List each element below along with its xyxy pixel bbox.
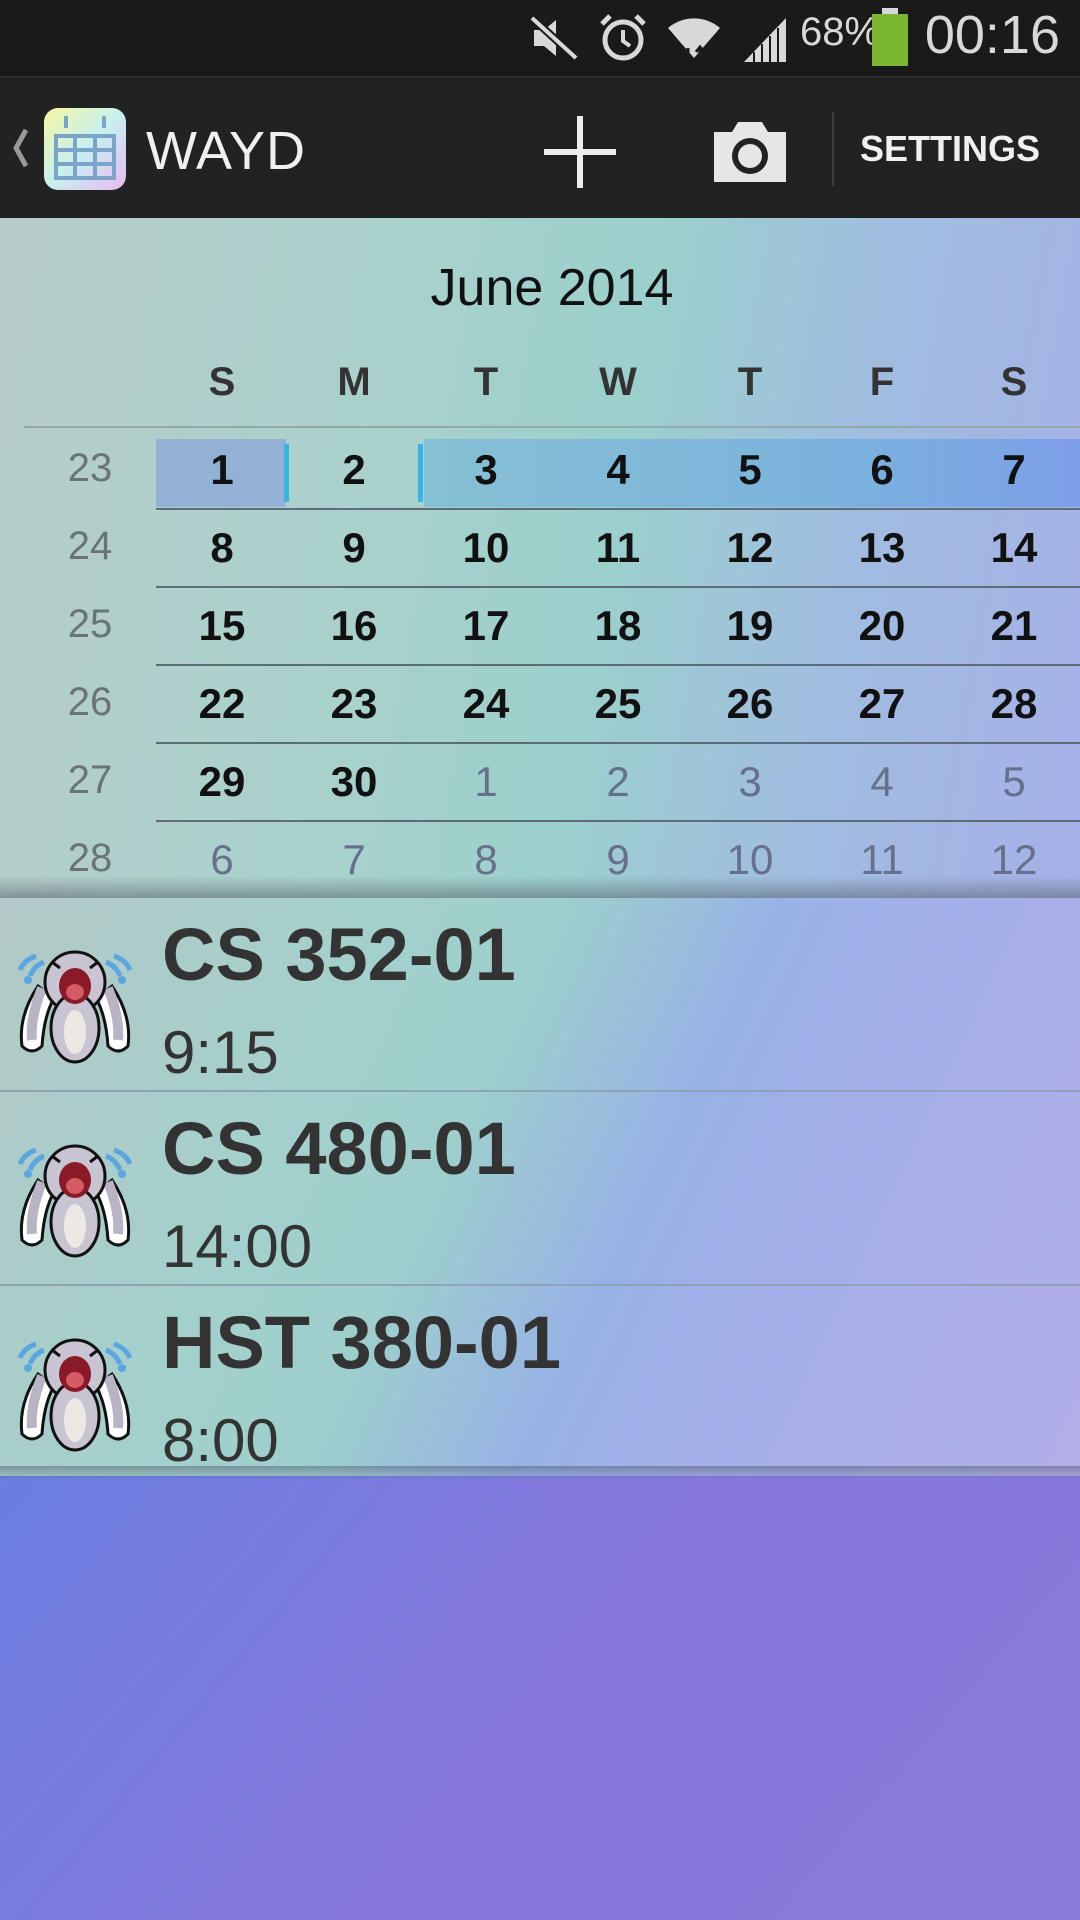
- day-cell[interactable]: 30: [288, 758, 420, 806]
- day-cell[interactable]: 2: [552, 758, 684, 806]
- day-cell[interactable]: 12: [684, 524, 816, 572]
- crying-bunny-icon: [17, 1338, 133, 1452]
- day-cell[interactable]: 28: [948, 680, 1080, 728]
- signal-icon: [744, 18, 786, 62]
- day-cell[interactable]: 16: [288, 602, 420, 650]
- status-bar: 68% 00:16: [0, 0, 1080, 76]
- day-cell[interactable]: 23: [288, 680, 420, 728]
- weekday-label: T: [737, 360, 763, 404]
- alarm-icon: [600, 14, 646, 61]
- day-cell[interactable]: 8: [156, 524, 288, 572]
- event-item[interactable]: CS 352-01 9:15: [0, 898, 1080, 1092]
- day-cell[interactable]: 10: [420, 524, 552, 572]
- day-cell[interactable]: 18: [552, 602, 684, 650]
- day-cell[interactable]: 22: [156, 680, 288, 728]
- week-row-divider: [156, 742, 1080, 744]
- action-bar: WAYD SETTINGS: [0, 76, 1080, 220]
- day-cell[interactable]: 27: [816, 680, 948, 728]
- day-cell[interactable]: 19: [684, 602, 816, 650]
- day-cell[interactable]: 25: [552, 680, 684, 728]
- add-button[interactable]: [538, 110, 622, 194]
- day-cell[interactable]: 4: [552, 446, 684, 494]
- day-cell[interactable]: 15: [156, 602, 288, 650]
- event-time: 9:15: [162, 1019, 279, 1086]
- event-list-shadow: [0, 1466, 1080, 1480]
- crying-bunny-icon: [17, 1144, 133, 1258]
- weekday-label: F: [869, 360, 895, 404]
- week-number: 28: [67, 836, 113, 880]
- calendar-bottom-shadow: [0, 876, 1080, 898]
- battery-icon: [872, 8, 908, 66]
- day-cell[interactable]: 7: [948, 446, 1080, 494]
- up-chevron-icon[interactable]: [10, 126, 30, 170]
- event-list: CS 352-01 9:15 CS 480-01 14:00 HST 380-0…: [0, 898, 1080, 1476]
- mute-icon: [527, 13, 581, 63]
- week-number: 23: [67, 446, 113, 490]
- day-cell[interactable]: 5: [684, 446, 816, 494]
- header-divider: [24, 426, 1080, 428]
- camera-button[interactable]: [708, 114, 792, 188]
- week-number: 25: [67, 602, 113, 646]
- action-bar-divider: [832, 112, 834, 186]
- day-cell[interactable]: 14: [948, 524, 1080, 572]
- settings-button[interactable]: SETTINGS: [860, 128, 1040, 170]
- week-row-divider: [156, 664, 1080, 666]
- weekday-label: S: [208, 360, 236, 404]
- day-cell[interactable]: 1: [156, 446, 288, 494]
- week-number: 27: [67, 758, 113, 802]
- day-cell[interactable]: 21: [948, 602, 1080, 650]
- event-title: CS 480-01: [162, 1107, 516, 1190]
- event-item[interactable]: CS 480-01 14:00: [0, 1092, 1080, 1286]
- event-title: HST 380-01: [162, 1301, 561, 1384]
- battery-percent: 68%: [800, 10, 881, 54]
- week-row-divider: [156, 820, 1080, 822]
- event-time: 8:00: [162, 1407, 279, 1474]
- clock: 00:16: [924, 5, 1060, 65]
- day-cell[interactable]: 13: [816, 524, 948, 572]
- calendar-view[interactable]: June 2014 S M T W T F S 23 1 2 3 4 5 6 7 24 8 9 10 1…: [0, 218, 1080, 898]
- day-cell[interactable]: 20: [816, 602, 948, 650]
- week-row-divider: [156, 586, 1080, 588]
- weekday-label: T: [473, 360, 499, 404]
- app-title: WAYD: [146, 121, 306, 181]
- week-row-divider: [156, 508, 1080, 510]
- day-cell[interactable]: 11: [552, 524, 684, 572]
- app-logo-icon[interactable]: [42, 106, 128, 192]
- day-cell[interactable]: 9: [288, 524, 420, 572]
- month-title: June 2014: [430, 259, 674, 317]
- wifi-icon: [668, 18, 720, 64]
- day-cell[interactable]: 29: [156, 758, 288, 806]
- day-cell[interactable]: 2: [288, 446, 420, 494]
- day-cell[interactable]: 17: [420, 602, 552, 650]
- day-cell[interactable]: 24: [420, 680, 552, 728]
- day-cell[interactable]: 3: [420, 446, 552, 494]
- week-number: 24: [67, 524, 113, 568]
- day-cell[interactable]: 6: [816, 446, 948, 494]
- day-cell[interactable]: 1: [420, 758, 552, 806]
- day-cell[interactable]: 3: [684, 758, 816, 806]
- weekday-label: S: [1000, 360, 1028, 404]
- weekday-label: M: [337, 360, 371, 404]
- day-cell[interactable]: 26: [684, 680, 816, 728]
- day-cell[interactable]: 5: [948, 758, 1080, 806]
- day-cell[interactable]: 4: [816, 758, 948, 806]
- weekday-label: W: [599, 360, 637, 404]
- crying-bunny-icon: [17, 950, 133, 1064]
- event-time: 14:00: [162, 1213, 313, 1280]
- event-title: CS 352-01: [162, 913, 516, 996]
- event-item[interactable]: HST 380-01 8:00: [0, 1286, 1080, 1480]
- week-number: 26: [67, 680, 113, 724]
